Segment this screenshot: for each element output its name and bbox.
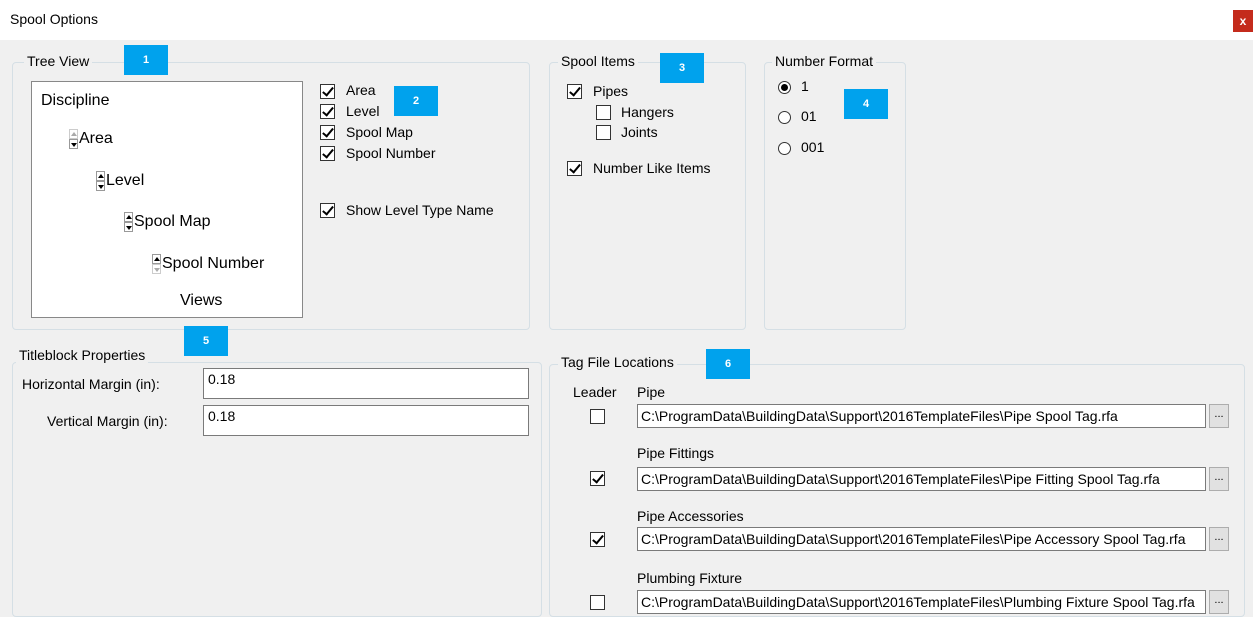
pipe-leader-checkbox[interactable]	[590, 409, 605, 424]
horizontal-margin-label: Horizontal Margin (in):	[22, 376, 160, 392]
callout-badge-3: 3	[660, 53, 704, 83]
level-checkbox-label: Level	[346, 103, 380, 119]
move-down-icon[interactable]	[152, 264, 161, 274]
pipe-accessories-tag-path-input[interactable]: C:\ProgramData\BuildingData\Support\2016…	[637, 527, 1206, 551]
horizontal-margin-input[interactable]: 0.18	[203, 368, 529, 399]
pipe-tag-label: Pipe	[637, 384, 666, 400]
move-up-icon[interactable]	[96, 171, 105, 181]
spool-map-checkbox[interactable]	[320, 125, 335, 140]
format-01-radio[interactable]	[778, 111, 791, 124]
spool-number-order-spinner[interactable]	[152, 254, 161, 274]
pipes-checkbox[interactable]	[567, 84, 582, 99]
format-001-radio[interactable]	[778, 142, 791, 155]
tree-view-preview: Discipline Area Level Spool Map Spool Nu…	[31, 81, 303, 318]
spool-items-group	[549, 62, 746, 330]
tree-node-spool-number: Spool Number	[162, 255, 265, 272]
format-01-label: 01	[801, 108, 817, 124]
titleblock-group	[12, 362, 542, 617]
format-1-label: 1	[801, 78, 809, 94]
vertical-margin-label: Vertical Margin (in):	[47, 413, 168, 429]
move-up-icon[interactable]	[69, 129, 78, 139]
move-up-icon[interactable]	[152, 254, 161, 264]
show-level-type-checkbox[interactable]	[320, 203, 335, 218]
pipe-fittings-leader-checkbox[interactable]	[590, 471, 605, 486]
number-format-legend: Number Format	[772, 53, 877, 69]
window-title: Spool Options	[10, 11, 98, 27]
titleblock-legend: Titleblock Properties	[16, 347, 149, 363]
joints-checkbox[interactable]	[596, 125, 611, 140]
move-down-icon[interactable]	[96, 181, 105, 191]
move-up-icon[interactable]	[124, 212, 133, 222]
pipe-fittings-tag-label: Pipe Fittings	[637, 445, 715, 461]
pipe-accessories-leader-checkbox[interactable]	[590, 532, 605, 547]
pipe-accessories-tag-label: Pipe Accessories	[637, 508, 744, 524]
hangers-checkbox-label: Hangers	[621, 104, 674, 120]
move-down-icon[interactable]	[124, 222, 133, 232]
hangers-checkbox[interactable]	[596, 105, 611, 120]
close-button[interactable]: x	[1233, 10, 1253, 32]
level-checkbox[interactable]	[320, 104, 335, 119]
joints-checkbox-label: Joints	[621, 124, 658, 140]
spool-number-checkbox-label: Spool Number	[346, 145, 436, 161]
area-order-spinner[interactable]	[69, 129, 78, 149]
plumbing-fixture-leader-checkbox[interactable]	[590, 595, 605, 610]
pipes-checkbox-label: Pipes	[593, 83, 629, 99]
pipe-tag-browse-button[interactable]: ...	[1209, 404, 1229, 428]
tree-node-area: Area	[79, 130, 113, 147]
callout-badge-1: 1	[124, 45, 168, 75]
tree-view-legend: Tree View	[24, 53, 93, 69]
vertical-margin-input[interactable]: 0.18	[203, 405, 529, 436]
callout-badge-6: 6	[706, 349, 750, 379]
pipe-tag-path-input[interactable]: C:\ProgramData\BuildingData\Support\2016…	[637, 404, 1206, 428]
area-checkbox-label: Area	[346, 82, 376, 98]
leader-column-header: Leader	[573, 384, 617, 400]
callout-badge-2: 2	[394, 86, 438, 116]
title-bar: Spool Options x	[0, 0, 1253, 40]
plumbing-fixture-tag-browse-button[interactable]: ...	[1209, 590, 1229, 614]
plumbing-fixture-tag-label: Plumbing Fixture	[637, 570, 743, 586]
callout-badge-4: 4	[844, 89, 888, 119]
tree-node-discipline: Discipline	[41, 92, 110, 109]
tree-node-views: Views	[180, 292, 223, 309]
number-like-items-checkbox[interactable]	[567, 161, 582, 176]
spool-map-checkbox-label: Spool Map	[346, 124, 413, 140]
spool-map-order-spinner[interactable]	[124, 212, 133, 232]
show-level-type-label: Show Level Type Name	[346, 202, 494, 218]
level-order-spinner[interactable]	[96, 171, 105, 191]
area-checkbox[interactable]	[320, 84, 335, 99]
move-down-icon[interactable]	[69, 139, 78, 149]
spool-number-checkbox[interactable]	[320, 146, 335, 161]
format-1-radio[interactable]	[778, 81, 791, 94]
tree-node-spool-map: Spool Map	[134, 213, 211, 230]
pipe-fittings-tag-browse-button[interactable]: ...	[1209, 467, 1229, 491]
number-like-items-label: Number Like Items	[593, 160, 711, 176]
pipe-accessories-tag-browse-button[interactable]: ...	[1209, 527, 1229, 551]
pipe-fittings-tag-path-input[interactable]: C:\ProgramData\BuildingData\Support\2016…	[637, 467, 1206, 491]
tag-file-locations-legend: Tag File Locations	[558, 354, 677, 370]
plumbing-fixture-tag-path-input[interactable]: C:\ProgramData\BuildingData\Support\2016…	[637, 590, 1206, 614]
tree-node-level: Level	[106, 172, 145, 189]
format-001-label: 001	[801, 139, 825, 155]
spool-items-legend: Spool Items	[558, 53, 638, 69]
callout-badge-5: 5	[184, 326, 228, 356]
